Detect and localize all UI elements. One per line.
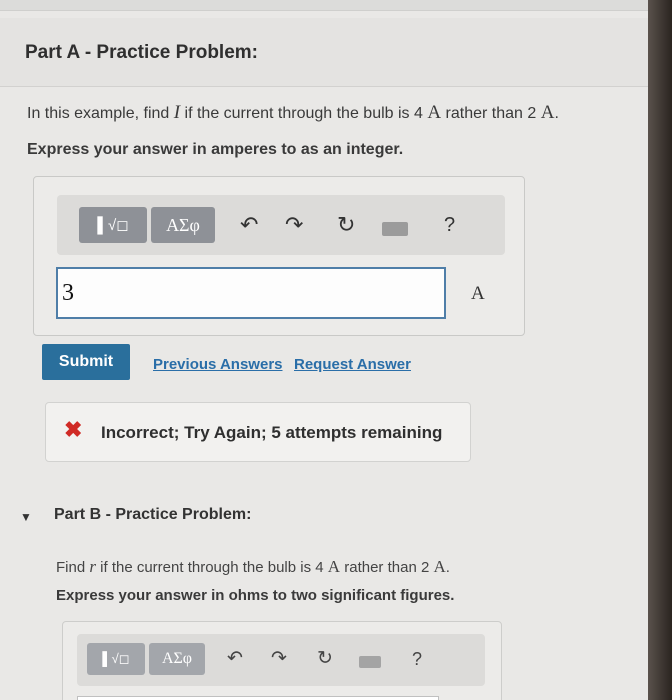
undo-icon[interactable]: ↶	[240, 213, 258, 237]
monitor-bezel	[648, 0, 672, 700]
math-toolbar-b: ▌√◻ ΑΣφ ↶ ↷ ↻ ?	[77, 634, 485, 686]
part-b-prompt: Find r if the current through the bulb i…	[56, 557, 450, 576]
submit-button[interactable]: Submit	[42, 344, 130, 380]
part-b-instruction: Express your answer in ohms to two signi…	[56, 587, 455, 604]
part-a-prompt: In this example, find I if the current t…	[27, 102, 559, 123]
help-icon[interactable]: ?	[412, 648, 422, 670]
templates-button[interactable]: ▌√◻	[79, 207, 147, 243]
previous-answers-link[interactable]: Previous Answers	[153, 356, 283, 373]
redo-icon[interactable]: ↷	[285, 213, 303, 237]
keyboard-icon[interactable]	[382, 222, 408, 236]
part-a-instruction: Express your answer in amperes to as an …	[27, 141, 404, 158]
math-toolbar: ▌√◻ ΑΣφ ↶ ↷ ↻ ?	[57, 195, 505, 255]
greek-symbols-button-b[interactable]: ΑΣφ	[149, 643, 205, 675]
error-icon: ✖	[64, 417, 83, 442]
reset-icon[interactable]: ↻	[337, 213, 355, 237]
feedback-message: Incorrect; Try Again; 5 attempts remaini…	[101, 423, 443, 442]
help-icon[interactable]: ?	[444, 213, 455, 237]
answer-input[interactable]: 3	[56, 267, 446, 319]
collapse-caret-icon[interactable]: ▼	[20, 510, 32, 524]
top-strip	[0, 0, 648, 11]
keyboard-icon[interactable]	[359, 656, 381, 668]
redo-icon[interactable]: ↷	[271, 648, 287, 670]
feedback-box: ✖ Incorrect; Try Again; 5 attempts remai…	[45, 402, 471, 462]
greek-symbols-button[interactable]: ΑΣφ	[151, 207, 215, 243]
part-a-answer-box: ▌√◻ ΑΣφ ↶ ↷ ↻ ? 3 A	[33, 176, 525, 336]
unit-label: A	[471, 283, 485, 304]
templates-button-b[interactable]: ▌√◻	[87, 643, 145, 675]
answer-input-b[interactable]	[77, 696, 439, 700]
screen: Part A - Practice Problem: In this examp…	[0, 0, 648, 700]
part-b-answer-box: ▌√◻ ΑΣφ ↶ ↷ ↻ ?	[62, 621, 502, 700]
part-b-title[interactable]: Part B - Practice Problem:	[54, 506, 251, 524]
undo-icon[interactable]: ↶	[227, 648, 243, 670]
request-answer-link[interactable]: Request Answer	[294, 356, 411, 373]
part-a-header[interactable]: Part A - Practice Problem:	[0, 18, 648, 87]
reset-icon[interactable]: ↻	[317, 648, 333, 670]
part-a-title: Part A - Practice Problem:	[25, 42, 259, 63]
